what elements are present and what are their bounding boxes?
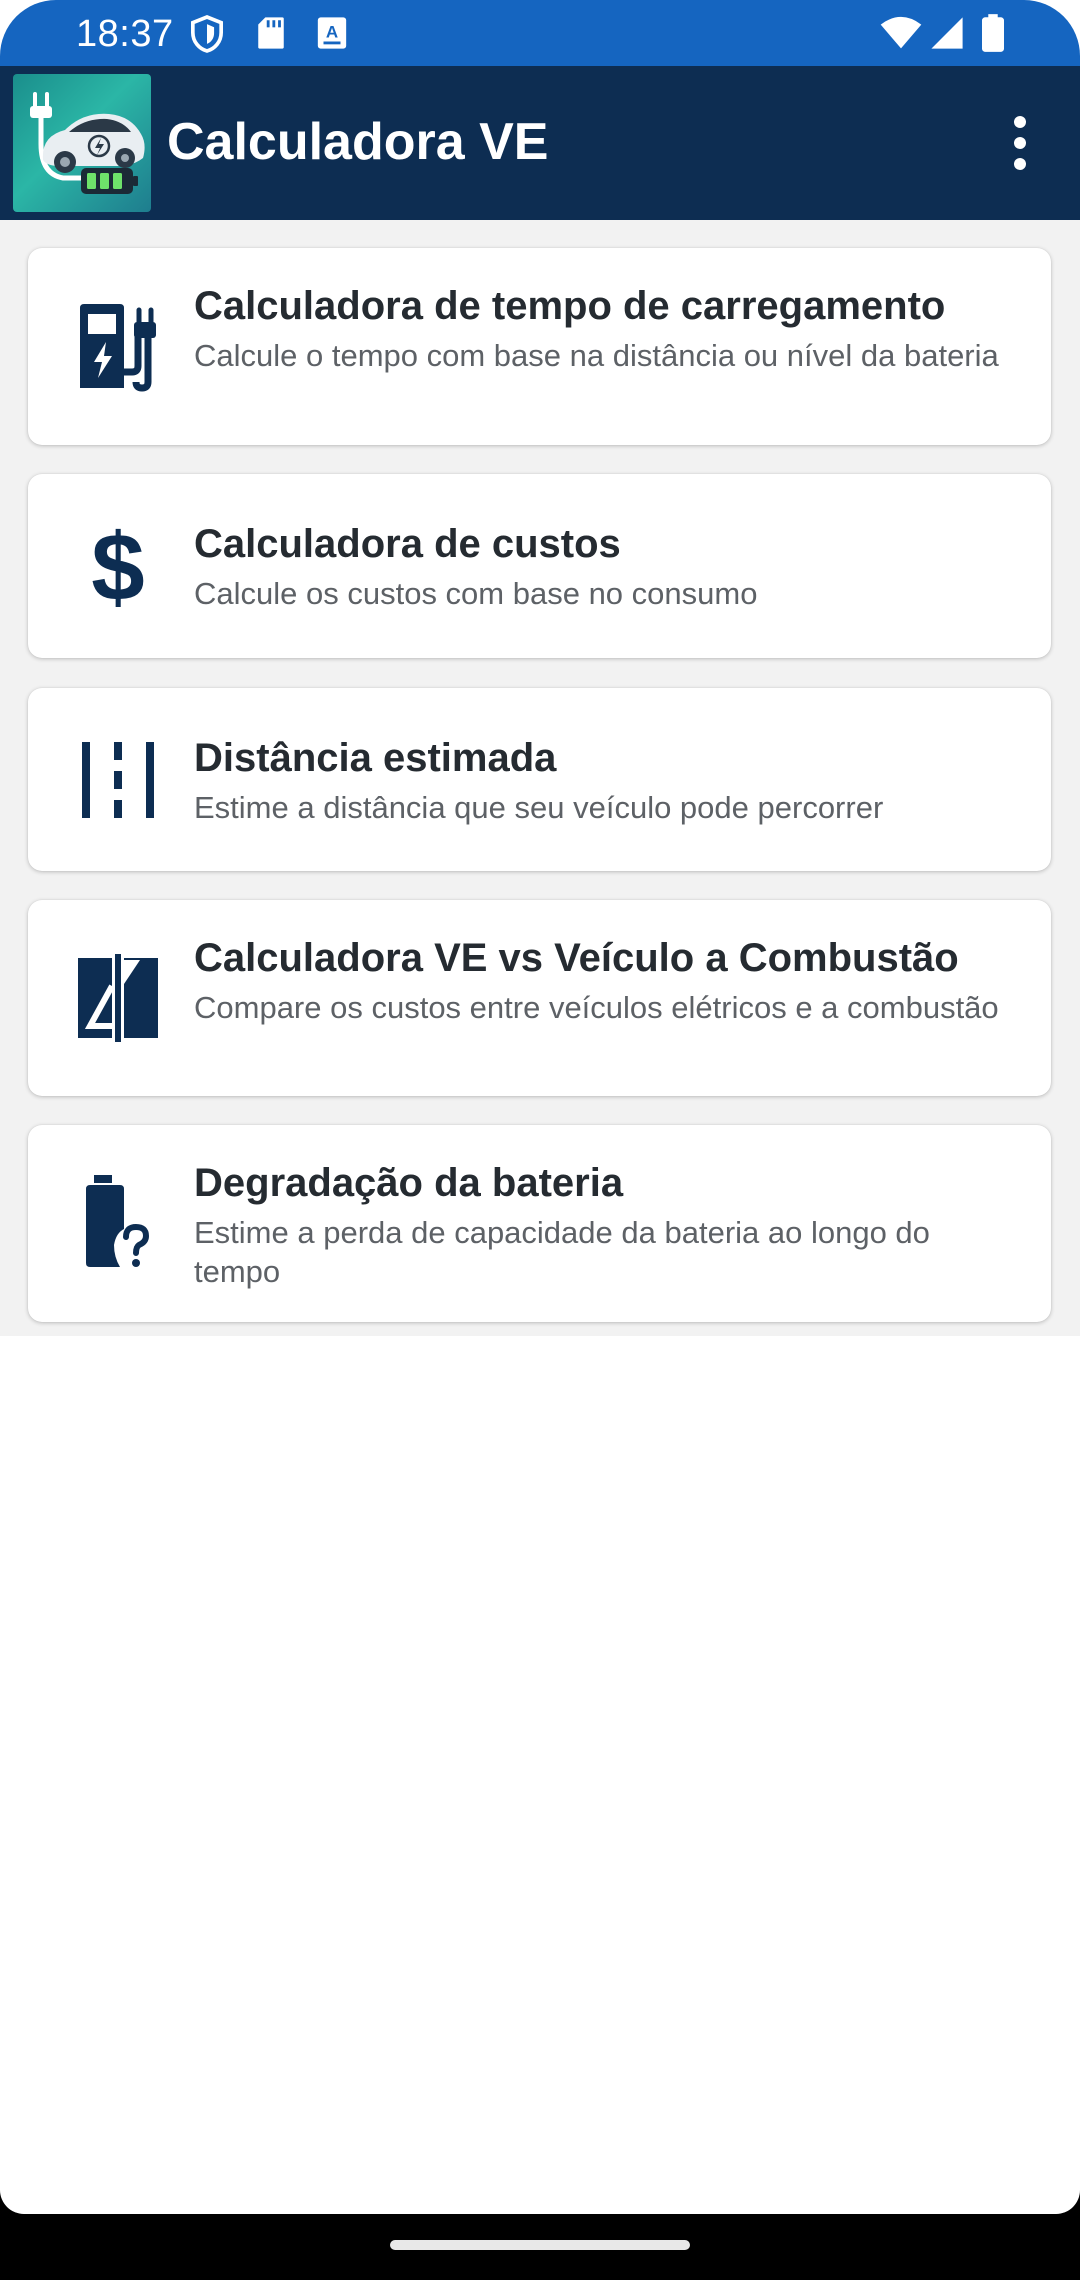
sd-card-icon [256,16,286,55]
compare-icon [68,948,168,1048]
cell-signal-icon [930,16,964,55]
shield-icon [190,15,224,58]
overflow-menu-button[interactable] [994,110,1046,176]
card-title: Calculadora de tempo de carregamento [194,284,946,328]
card-estimated-distance[interactable]: Distância estimada Estime a distância qu… [28,688,1051,871]
card-title: Calculadora de custos [194,522,621,566]
status-bar: 18:37 A [0,0,1080,66]
card-subtitle: Calcule os custos com base no consumo [194,576,758,611]
status-time: 18:37 [76,13,174,55]
road-add-icon [68,730,168,830]
card-charging-time[interactable]: Calculadora de tempo de carregamento Cal… [28,248,1051,445]
battery-icon [982,14,1004,57]
card-ev-vs-combustion[interactable]: Calculadora VE vs Veículo a Combustão Co… [28,900,1051,1096]
app-title: Calculadora VE [167,113,549,171]
card-title: Distância estimada [194,736,557,780]
ev-station-icon [68,296,168,396]
svg-text:$: $ [91,516,144,616]
card-battery-degradation[interactable]: Degradação da bateria Estime a perda de … [28,1125,1051,1322]
gesture-nav-handle[interactable] [390,2240,690,2250]
card-cost-calculator[interactable]: $ Calculadora de custos Calcule os custo… [28,474,1051,658]
ev-car-charging-logo [13,74,151,212]
card-subtitle: Estime a perda de capacidade da bateria … [194,1215,930,1289]
app-screen: 18:37 A Calculadora VE Calculadora de te… [0,0,1080,2214]
card-title: Calculadora VE vs Veículo a Combustão [194,936,959,980]
battery-unknown-icon [68,1173,168,1273]
keyboard-a-icon: A [316,16,348,55]
overflow-menu-icon [1014,116,1026,170]
card-subtitle: Estime a distância que seu veículo pode … [194,790,884,825]
svg-text:A: A [326,22,338,41]
wifi-icon [880,16,922,55]
card-subtitle: Compare os custos entre veículos elétric… [194,990,999,1025]
app-bar: Calculadora VE [0,66,1080,220]
dollar-icon: $ [68,514,168,621]
card-title: Degradação da bateria [194,1161,624,1205]
card-subtitle: Calcule o tempo com base na distância ou… [194,338,999,373]
